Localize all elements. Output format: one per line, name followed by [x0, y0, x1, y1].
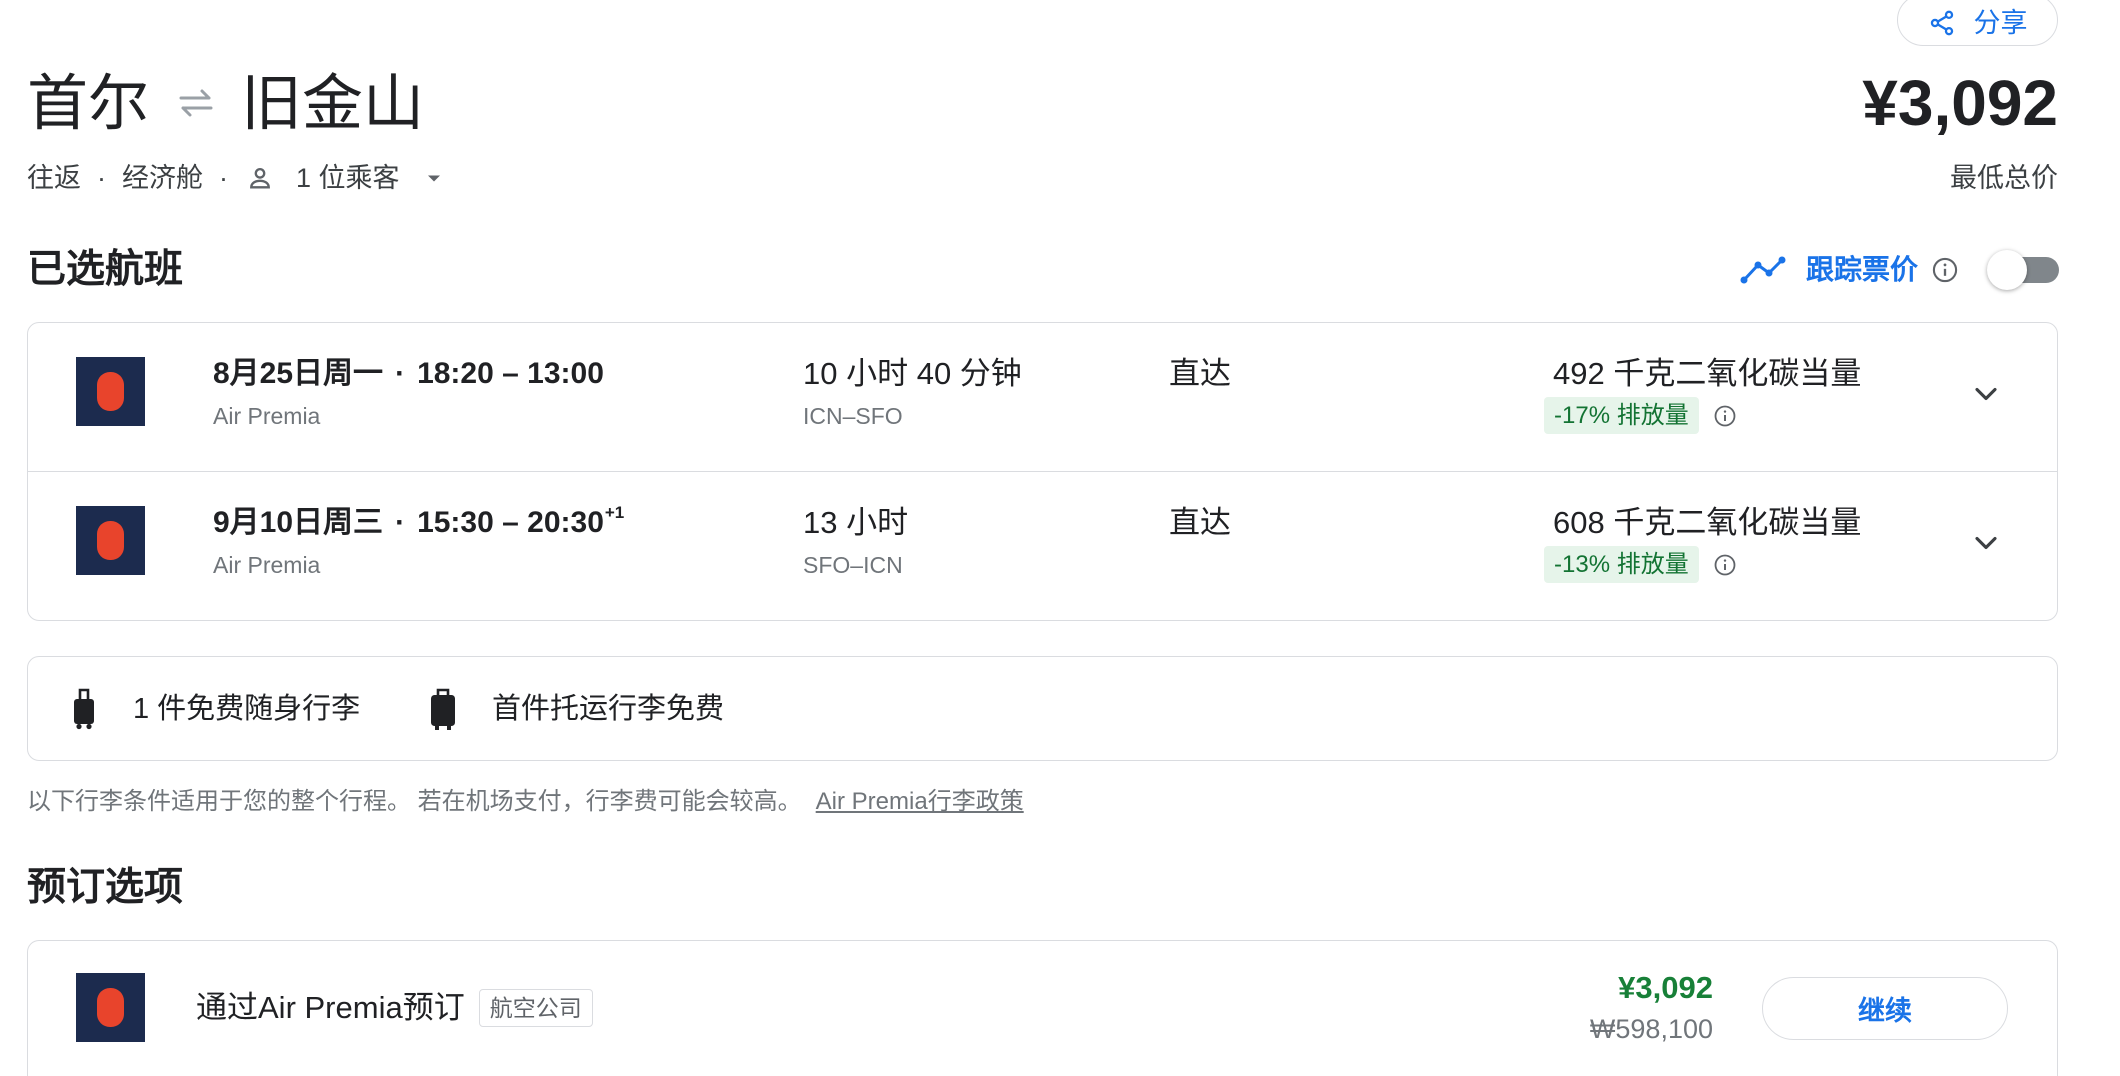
price-trend-icon[interactable] [1740, 256, 1786, 284]
info-icon[interactable] [1713, 404, 1737, 428]
booking-provider-name: 通过Air Premia预订 [196, 990, 465, 1025]
carry-on-bag-icon [74, 688, 94, 730]
info-icon[interactable] [1713, 553, 1737, 577]
flight-times: 9月10日周三 · 15:30 – 20:30+1 [213, 503, 625, 541]
emissions-badge: -13% 排放量 [1544, 546, 1699, 583]
emissions-badge: -17% 排放量 [1544, 397, 1699, 434]
caret-down-icon [427, 175, 440, 182]
share-button[interactable]: 分享 [1897, 0, 2058, 46]
flight-row-return[interactable]: 9月10日周三 · 15:30 – 20:30+1 Air Premia 13 小时… [28, 471, 2057, 620]
flight-duration: 10 小时 40 分钟 [803, 356, 1022, 391]
flight-details-page: 分享 首尔 旧金山 ¥3,092 往返 · 经济舱 · 1 位乘客 最低总价 已… [0, 0, 2120, 1076]
baggage-card: 1 件免费随身行李 首件托运行李免费 [27, 656, 2058, 761]
route-title: 首尔 旧金山 [27, 68, 424, 138]
passenger-selector[interactable]: 1 位乘客 [244, 161, 446, 195]
carry-on-allowance: 1 件免费随身行李 [133, 693, 361, 725]
airline-logo [76, 506, 145, 575]
share-icon [1930, 10, 1953, 35]
trip-summary: 往返 · 经济舱 · 1 位乘客 [27, 161, 446, 195]
flight-times: 8月25日周一 · 18:20 – 13:00 [213, 356, 604, 392]
cabin-class: 经济舱 [122, 163, 203, 193]
chevron-down-icon[interactable] [1968, 525, 2004, 561]
flight-emissions: 608 千克二氧化碳当量 [1553, 505, 1862, 540]
separator-dot: · [395, 357, 406, 390]
airline-name: Air Premia [213, 403, 321, 429]
logo-mark [97, 988, 124, 1027]
checked-bag-allowance: 首件托运行李免费 [492, 693, 725, 725]
airline-logo [76, 973, 145, 1042]
flight-stops: 直达 [1169, 356, 1231, 391]
swap-arrows-icon [179, 89, 213, 117]
track-prices-label[interactable]: 跟踪票价 [1806, 254, 1918, 286]
toggle-knob [1987, 250, 2027, 290]
person-icon [250, 167, 270, 189]
selected-flights-card: 8月25日周一 · 18:20 – 13:00 Air Premia 10 小时 4… [27, 322, 2058, 621]
logo-mark [97, 372, 124, 411]
passenger-count: 1 位乘客 [296, 163, 400, 193]
airline-name: Air Premia [213, 552, 321, 578]
chevron-down-icon[interactable] [1968, 376, 2004, 412]
baggage-note: 以下行李条件适用于您的整个行程。 若在机场支付，行李费可能会较高。 Air Pre… [27, 785, 1024, 819]
booking-option-card: 通过Air Premia预订 航空公司 ¥3,092 ₩598,100 继续 [27, 940, 2058, 1076]
share-label: 分享 [1973, 7, 2028, 38]
booking-options-heading: 预订选项 [27, 866, 184, 909]
origin-city: 首尔 [27, 69, 150, 137]
flight-row-outbound[interactable]: 8月25日周一 · 18:20 – 13:00 Air Premia 10 小时 4… [28, 323, 2057, 471]
flight-stops: 直达 [1169, 505, 1231, 540]
separator-dot: · [395, 506, 406, 539]
booking-price-local-currency: ₩598,100 [1589, 1014, 1713, 1044]
price-caption: 最低总价 [1950, 163, 2058, 193]
next-day-indicator: +1 [604, 503, 625, 522]
track-prices-toggle[interactable] [1987, 250, 2059, 290]
trip-type: 往返 [27, 163, 81, 193]
baggage-note-text: 以下行李条件适用于您的整个行程。 若在机场支付，行李费可能会较高。 [27, 788, 802, 815]
destination-city: 旧金山 [241, 69, 425, 137]
separator-dot: · [97, 163, 106, 193]
separator-dot: · [219, 163, 228, 193]
flight-date: 9月10日周三 [213, 506, 384, 539]
logo-mark [97, 521, 124, 560]
info-icon[interactable] [1931, 256, 1959, 284]
flight-route: SFO–ICN [803, 552, 903, 578]
flight-time-range: 18:20 – 13:00 [417, 357, 604, 390]
baggage-policy-link[interactable]: Air Premia行李政策 [816, 788, 1024, 815]
flight-route: ICN–SFO [803, 403, 903, 429]
continue-button[interactable]: 继续 [1762, 977, 2008, 1040]
flight-duration: 13 小时 [803, 505, 909, 540]
flight-date: 8月25日周一 [213, 357, 384, 390]
flight-time-range: 15:30 – 20:30 [417, 506, 604, 539]
checked-bag-icon [431, 688, 455, 730]
provider-type-badge: 航空公司 [478, 989, 593, 1027]
flight-emissions: 492 千克二氧化碳当量 [1553, 356, 1862, 391]
booking-provider: 通过Air Premia预订 航空公司 [196, 987, 593, 1029]
airline-logo [76, 357, 145, 426]
booking-price: ¥3,092 [1618, 970, 1713, 1005]
lowest-total-price: ¥3,092 [1862, 67, 2058, 139]
selected-flights-heading: 已选航班 [27, 248, 184, 291]
